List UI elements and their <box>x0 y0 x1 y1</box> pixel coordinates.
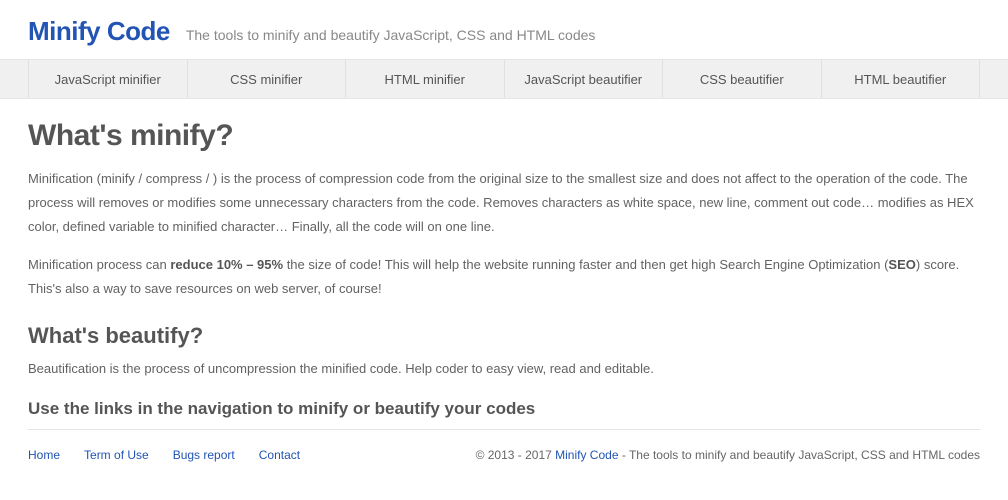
site-title[interactable]: Minify Code <box>28 16 170 47</box>
footer-copyright: © 2013 - 2017 Minify Code - The tools to… <box>476 448 980 462</box>
nav-js-beautifier[interactable]: JavaScript beautifier <box>504 60 663 98</box>
heading-use-links: Use the links in the navigation to minif… <box>28 399 980 419</box>
heading-beautify: What's beautify? <box>28 323 980 349</box>
minify-description-1: Minification (minify / compress / ) is t… <box>28 167 980 239</box>
header: Minify Code The tools to minify and beau… <box>0 0 1008 59</box>
footer-link-bugs[interactable]: Bugs report <box>173 448 235 462</box>
nav-html-beautifier[interactable]: HTML beautifier <box>821 60 981 98</box>
main-nav: JavaScript minifier CSS minifier HTML mi… <box>0 59 1008 99</box>
nav-html-minifier[interactable]: HTML minifier <box>345 60 504 98</box>
nav-css-minifier[interactable]: CSS minifier <box>187 60 346 98</box>
nav-js-minifier[interactable]: JavaScript minifier <box>28 60 187 98</box>
footer-link-terms[interactable]: Term of Use <box>84 448 149 462</box>
footer-link-contact[interactable]: Contact <box>259 448 300 462</box>
footer-link-home[interactable]: Home <box>28 448 60 462</box>
footer-links: Home Term of Use Bugs report Contact <box>28 448 300 462</box>
heading-minify: What's minify? <box>28 119 980 153</box>
minify-description-2: Minification process can reduce 10% – 95… <box>28 253 980 301</box>
tagline: The tools to minify and beautify JavaScr… <box>186 27 596 43</box>
footer-link-minify-code[interactable]: Minify Code <box>555 448 618 462</box>
beautify-description: Beautification is the process of uncompr… <box>28 357 980 381</box>
divider <box>28 429 980 430</box>
content: What's minify? Minification (minify / co… <box>0 99 1008 448</box>
nav-css-beautifier[interactable]: CSS beautifier <box>662 60 821 98</box>
footer: Home Term of Use Bugs report Contact © 2… <box>0 448 1008 474</box>
